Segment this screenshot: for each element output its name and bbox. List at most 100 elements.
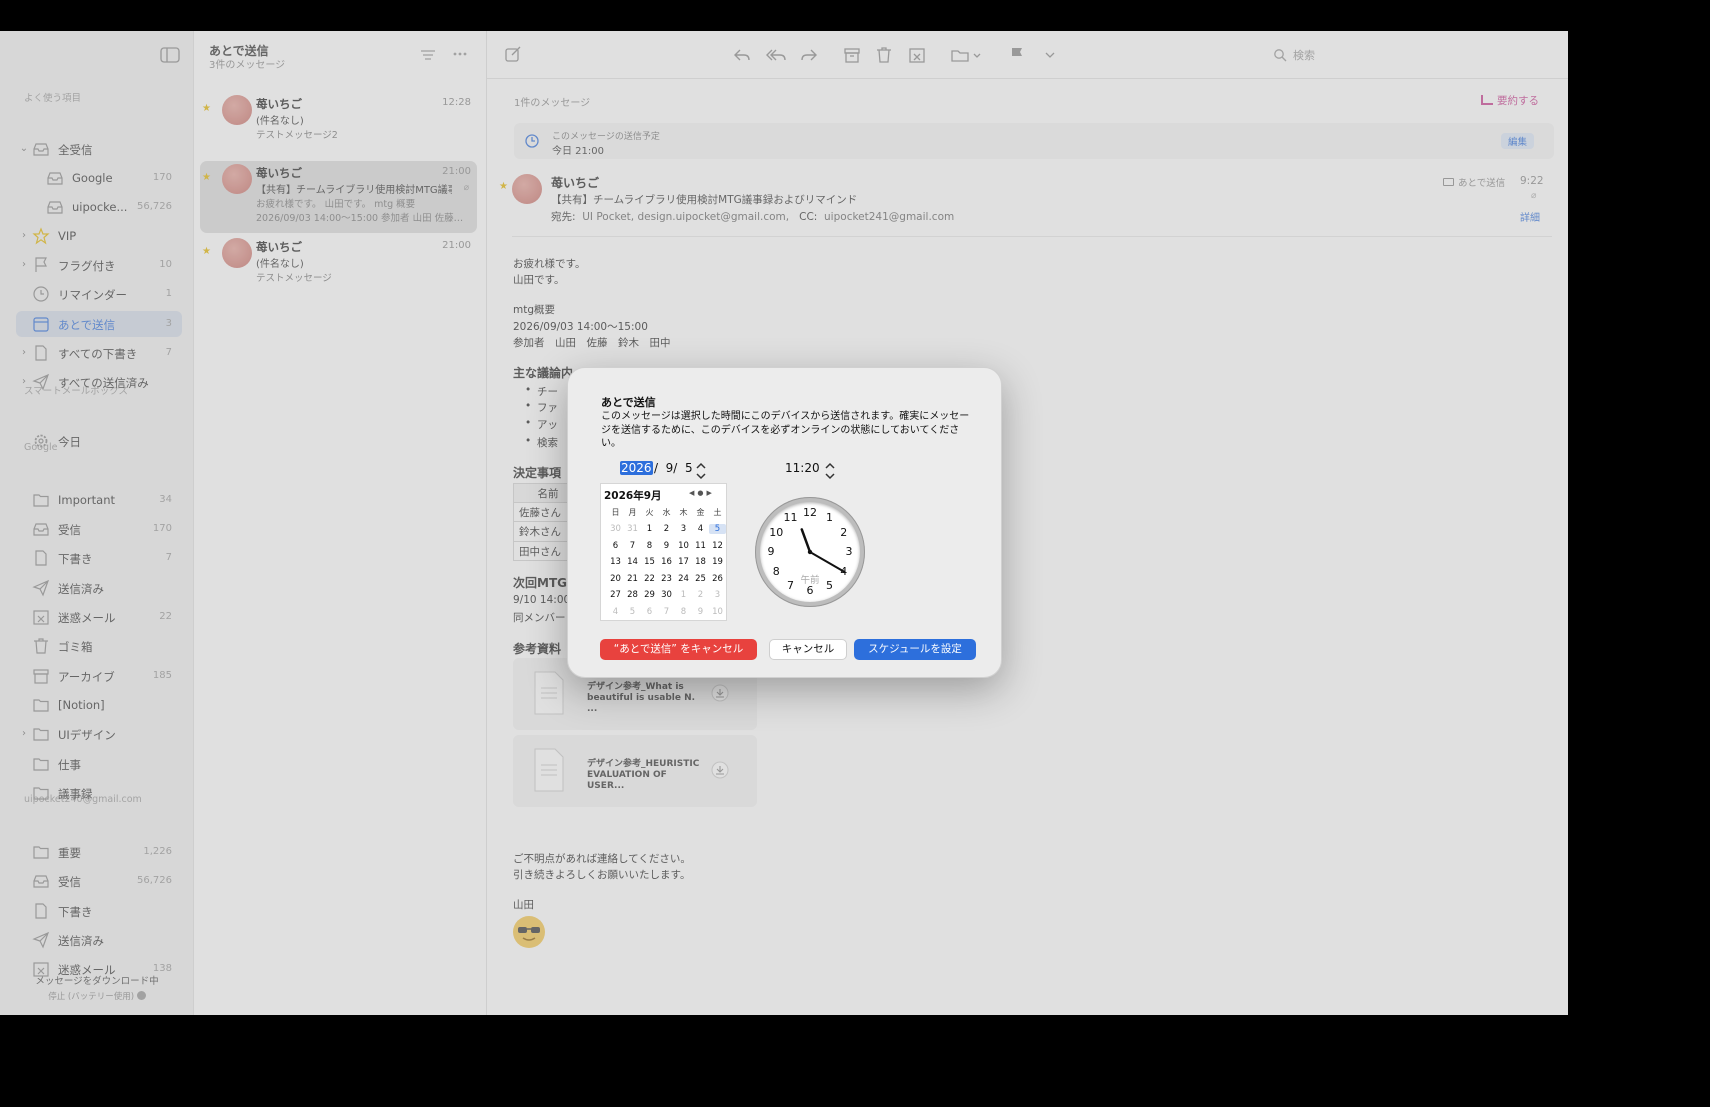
cancel-send-later-button[interactable]: “あとで送信” をキャンセル <box>600 639 757 660</box>
sidebar-item[interactable]: uipocke... 56,726 <box>16 194 182 220</box>
calendar-day[interactable]: 2 <box>658 524 675 534</box>
date-month-day[interactable]: / 9/ 5 <box>654 461 693 475</box>
calendar-day[interactable]: 5 <box>709 524 726 534</box>
calendar-day[interactable]: 4 <box>692 524 709 534</box>
sidebar-item[interactable]: 下書き <box>16 898 182 924</box>
calendar-day[interactable]: 4 <box>607 607 624 617</box>
sidebar-item[interactable]: 送信済み <box>16 575 182 601</box>
calendar-day[interactable]: 24 <box>675 574 692 584</box>
calendar-day[interactable]: 1 <box>675 590 692 600</box>
message-list-item[interactable]: ★ 苺いちご 21:00 (件名なし) テストメッセージ <box>200 235 477 307</box>
flag-icon[interactable] <box>1007 45 1027 65</box>
calendar-day[interactable]: 8 <box>641 541 658 551</box>
calendar-day[interactable]: 30 <box>658 590 675 600</box>
sidebar-item[interactable]: 仕事 <box>16 751 182 777</box>
sidebar-item[interactable]: › すべての送信済み <box>16 369 182 395</box>
filter-icon[interactable] <box>419 48 437 62</box>
time-stepper-icon[interactable] <box>823 460 837 482</box>
sidebar-item[interactable]: 迷惑メール 22 <box>16 604 182 630</box>
chevron-down-icon[interactable]: ⌄ <box>18 142 30 156</box>
sidebar-item[interactable]: リマインダー 1 <box>16 281 182 307</box>
chevron-right-icon[interactable]: › <box>18 375 30 389</box>
trash-icon[interactable] <box>874 45 894 65</box>
calendar-day[interactable]: 12 <box>709 541 726 551</box>
sidebar-item[interactable]: › すべての下書き 7 <box>16 340 182 366</box>
attachment-card[interactable]: デザイン参考_HEURISTIC EVALUATION OF USER... <box>513 735 757 807</box>
chevron-right-icon[interactable]: › <box>18 346 30 360</box>
more-icon[interactable] <box>451 47 469 61</box>
calendar-day[interactable]: 7 <box>658 607 675 617</box>
forward-icon[interactable] <box>799 45 819 65</box>
set-schedule-button[interactable]: スケジュールを設定 <box>854 639 976 660</box>
sidebar-item[interactable]: 受信 56,726 <box>16 868 182 894</box>
chevron-right-icon[interactable]: › <box>18 229 30 243</box>
sidebar-item[interactable]: 重要 1,226 <box>16 839 182 865</box>
message-list-item[interactable]: ★ 苺いちご 21:00 【共有】チームライブラリ使用検討MTG議事… お疲れ様です。 … <box>200 161 477 233</box>
details-link[interactable]: 詳細 <box>1520 209 1540 224</box>
reply-icon[interactable] <box>732 45 752 65</box>
calendar-day[interactable]: 8 <box>675 607 692 617</box>
info-icon[interactable] <box>136 991 146 1000</box>
download-icon[interactable] <box>711 761 729 779</box>
cancel-button[interactable]: キャンセル <box>769 639 847 660</box>
junk-icon[interactable] <box>907 45 927 65</box>
calendar-day[interactable]: 29 <box>641 590 658 600</box>
calendar-day[interactable]: 28 <box>624 590 641 600</box>
calendar-day[interactable]: 19 <box>709 557 726 567</box>
calendar-day[interactable]: 14 <box>624 557 641 567</box>
sidebar-item[interactable]: [Notion] <box>16 692 182 718</box>
message-list-item[interactable]: ★ 苺いちご 12:28 (件名なし) テストメッセージ2 <box>200 92 477 164</box>
calendar-day[interactable]: 17 <box>675 557 692 567</box>
calendar-day[interactable]: 10 <box>709 607 726 617</box>
move-folder-icon[interactable] <box>950 45 984 65</box>
sidebar-item[interactable]: 下書き 7 <box>16 545 182 571</box>
cc-recipients[interactable]: uipocket241@gmail.com <box>824 211 954 223</box>
calendar-day[interactable]: 30 <box>607 524 624 534</box>
sidebar-item[interactable]: › VIP <box>16 223 182 249</box>
calendar-day[interactable]: 11 <box>692 541 709 551</box>
analog-clock[interactable]: 121234567891011 午前 <box>755 497 865 607</box>
edit-schedule-button[interactable]: 編集 <box>1500 133 1534 149</box>
compose-icon[interactable] <box>503 45 523 65</box>
calendar-day[interactable]: 26 <box>709 574 726 584</box>
calendar-day[interactable]: 3 <box>675 524 692 534</box>
calendar-day[interactable]: 9 <box>658 541 675 551</box>
calendar-day[interactable]: 10 <box>675 541 692 551</box>
today-dot-icon[interactable]: ● <box>697 489 706 497</box>
sidebar-item[interactable]: Important 34 <box>16 487 182 513</box>
calendar-day[interactable]: 21 <box>624 574 641 584</box>
chevron-down-icon[interactable] <box>1040 45 1060 65</box>
sidebar-item[interactable]: › UIデザイン <box>16 721 182 747</box>
sidebar-item[interactable]: 今日 <box>16 428 182 454</box>
sidebar-toggle-icon[interactable] <box>160 47 180 63</box>
calendar-day[interactable]: 1 <box>641 524 658 534</box>
sidebar-item[interactable]: ⌄ 全受信 <box>16 136 182 162</box>
chevron-right-icon[interactable]: › <box>18 258 30 272</box>
summarize-button[interactable]: 要約する <box>1481 93 1539 108</box>
sidebar-item[interactable]: ゴミ箱 <box>16 633 182 659</box>
sidebar-item[interactable]: あとで送信 3 <box>16 311 182 337</box>
date-stepper-icon[interactable] <box>694 460 708 482</box>
sidebar-item[interactable]: アーカイブ 185 <box>16 663 182 689</box>
archive-icon[interactable] <box>842 45 862 65</box>
calendar-day[interactable]: 2 <box>692 590 709 600</box>
calendar-day[interactable]: 22 <box>641 574 658 584</box>
calendar-day[interactable]: 15 <box>641 557 658 567</box>
calendar-day[interactable]: 20 <box>607 574 624 584</box>
date-year[interactable]: 2026 <box>620 461 653 475</box>
next-month-icon[interactable]: ▶ <box>707 489 715 497</box>
sidebar-item[interactable]: Google 170 <box>16 165 182 191</box>
sidebar-item[interactable]: › フラグ付き 10 <box>16 252 182 278</box>
calendar-day[interactable]: 6 <box>607 541 624 551</box>
sidebar-item[interactable]: 送信済み <box>16 927 182 953</box>
calendar-day[interactable]: 5 <box>624 607 641 617</box>
calendar-day[interactable]: 27 <box>607 590 624 600</box>
sidebar-item[interactable]: 受信 170 <box>16 516 182 542</box>
chevron-right-icon[interactable]: › <box>18 727 30 741</box>
calendar-day[interactable]: 25 <box>692 574 709 584</box>
calendar-day[interactable]: 9 <box>692 607 709 617</box>
calendar-day[interactable]: 16 <box>658 557 675 567</box>
reply-all-icon[interactable] <box>765 45 786 65</box>
time-field[interactable]: 11:20 <box>785 461 820 475</box>
calendar-day[interactable]: 18 <box>692 557 709 567</box>
